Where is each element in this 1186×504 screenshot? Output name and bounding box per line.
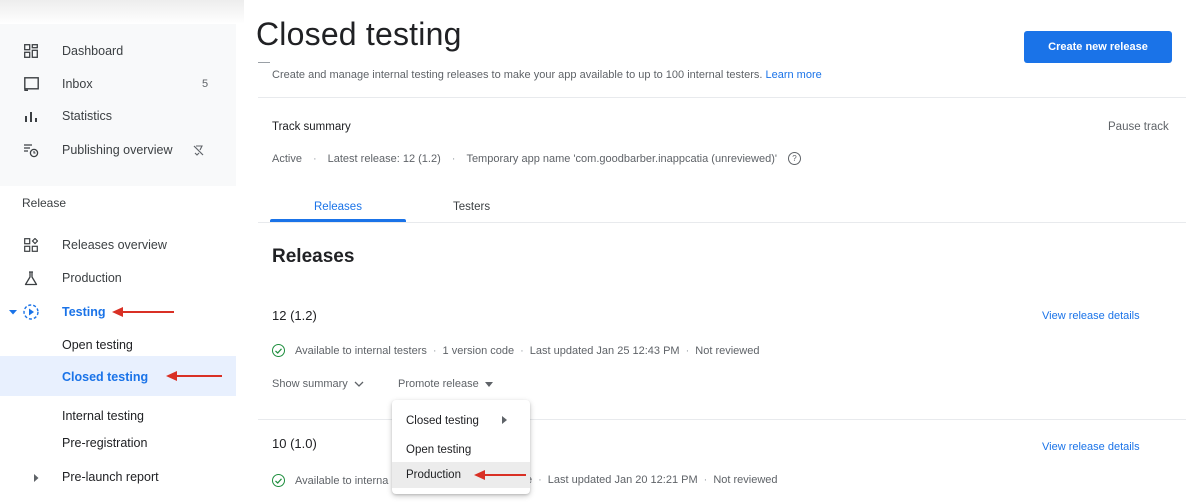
inbox-icon [22, 75, 40, 93]
learn-more-link[interactable]: Learn more [765, 69, 821, 81]
sidebar-item-publishing-overview[interactable]: Publishing overview [0, 134, 236, 166]
release-availability: Available to interna [295, 474, 389, 487]
releases-heading: Releases [272, 246, 355, 267]
releases-overview-icon [22, 236, 40, 254]
sidebar-item-production[interactable]: Production [0, 262, 236, 294]
page-description-text: Create and manage internal testing relea… [272, 69, 763, 81]
check-circle-icon [272, 474, 285, 487]
menu-item-label: Closed testing [406, 415, 479, 427]
help-icon[interactable]: ? [787, 152, 801, 165]
sidebar-item-releases-overview[interactable]: Releases overview [0, 229, 236, 261]
track-status: Active [272, 152, 302, 165]
promote-release-button[interactable]: Promote release [398, 378, 493, 390]
release-version: 12 (1.2) [272, 308, 317, 323]
separator-dot: · [703, 474, 708, 486]
tab-testers[interactable]: Testers [453, 201, 490, 213]
sidebar-item-label: Publishing overview [62, 143, 173, 157]
expand-caret-icon[interactable] [32, 474, 40, 482]
inbox-count-badge: 5 [202, 78, 209, 90]
sidebar-subitem-open-testing[interactable]: Open testing [62, 338, 133, 352]
annotation-arrow-icon [112, 307, 174, 317]
sidebar-item-statistics[interactable]: Statistics [0, 100, 236, 132]
create-new-release-button[interactable]: Create new release [1024, 31, 1172, 63]
submenu-arrow-icon [502, 416, 507, 424]
sidebar-item-inbox[interactable]: Inbox 5 [0, 68, 236, 100]
menu-item-label: Open testing [406, 444, 472, 456]
view-release-details-link[interactable]: View release details [1042, 310, 1140, 322]
production-icon [22, 269, 40, 287]
check-circle-icon [272, 344, 285, 357]
separator-dot: · [312, 152, 317, 165]
sidebar-release-heading: Release [22, 196, 67, 210]
separator-dot: · [538, 474, 542, 486]
page-description: Create and manage internal testing relea… [272, 69, 822, 81]
app-name: Temporary app name 'com.goodbarber.inapp… [466, 152, 777, 165]
sidebar-item-pre-launch-report[interactable]: Pre-launch report [62, 470, 159, 484]
divider [258, 62, 270, 63]
promote-release-menu: Closed testing Open testing Production [392, 400, 530, 494]
sidebar-subitem-internal-testing[interactable]: Internal testing [62, 409, 144, 423]
release-review-status: Not reviewed [713, 474, 778, 486]
pause-track-button[interactable]: Pause track [1108, 121, 1169, 133]
sidebar-subitem-pre-registration[interactable]: Pre-registration [62, 436, 147, 450]
menu-item-closed-testing[interactable]: Closed testing [392, 409, 530, 433]
release-meta: Available to internal testers · 1 versio… [272, 344, 759, 357]
sidebar-item-label: Testing [62, 305, 106, 319]
sidebar-subitem-label: Closed testing [62, 370, 149, 384]
tab-releases[interactable]: Releases [314, 201, 362, 213]
sidebar-item-label: Production [62, 271, 122, 285]
separator-dot: · [451, 152, 456, 165]
sidebar-item-dashboard[interactable]: Dashboard [0, 35, 236, 67]
release-review-status: Not reviewed [695, 344, 760, 357]
sidebar-item-label: Releases overview [62, 238, 167, 252]
release-meta: Available to interna [272, 474, 388, 487]
release-meta-trailing: e · Last updated Jan 20 12:21 PM · Not r… [526, 474, 778, 486]
menu-item-open-testing[interactable]: Open testing [392, 438, 530, 462]
separator-dot: · [520, 344, 524, 357]
annotation-arrow-icon [474, 470, 526, 480]
latest-release: Latest release: 12 (1.2) [327, 152, 441, 165]
track-summary-meta: Active · Latest release: 12 (1.2) · Temp… [272, 152, 801, 165]
separator-dot: · [685, 344, 690, 357]
menu-item-label: Production [406, 469, 461, 481]
divider [258, 97, 1186, 98]
sidebar-item-label: Inbox [62, 77, 93, 91]
release-version-codes: 1 version code [442, 344, 515, 357]
show-summary-button[interactable]: Show summary [272, 378, 364, 390]
release-updated: Last updated Jan 25 12:43 PM [529, 344, 680, 357]
chevron-down-icon [354, 381, 364, 387]
testing-icon [22, 303, 40, 321]
show-summary-label: Show summary [272, 378, 348, 390]
release-version: 10 (1.0) [272, 436, 317, 451]
release-updated: Last updated Jan 20 12:21 PM [547, 474, 698, 486]
release-availability: Available to internal testers [295, 344, 427, 357]
view-release-details-link[interactable]: View release details [1042, 441, 1140, 453]
promote-release-label: Promote release [398, 378, 479, 390]
dashboard-icon [22, 42, 40, 60]
caret-down-icon [484, 381, 493, 387]
sidebar-top-band [0, 0, 244, 24]
divider [258, 222, 1186, 223]
publishing-overview-icon [22, 141, 40, 159]
sidebar-item-label: Statistics [62, 109, 113, 123]
managed-publishing-off-icon [190, 142, 206, 158]
sidebar-item-label: Dashboard [62, 44, 124, 58]
track-summary-title: Track summary [272, 121, 351, 133]
separator-dot: · [432, 344, 437, 357]
statistics-icon [22, 107, 40, 125]
sidebar-nav: Dashboard Inbox 5 Statistics Publishing … [0, 0, 244, 504]
page-title: Closed testing [256, 16, 462, 52]
annotation-arrow-icon [166, 371, 222, 381]
